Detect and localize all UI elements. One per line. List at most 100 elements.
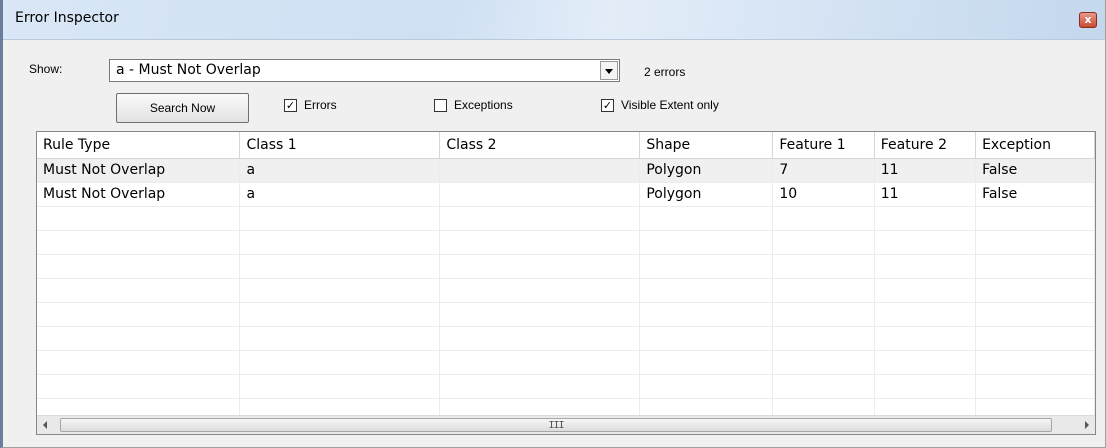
feature-1-cell (772, 302, 875, 327)
exception-cell (975, 326, 1095, 351)
feature-2-cell (874, 230, 977, 255)
horizontal-scrollbar[interactable]: III (37, 415, 1095, 434)
feature-2-cell: 11 (874, 158, 977, 183)
class-1-cell (239, 374, 441, 399)
feature-2-cell (874, 302, 977, 327)
feature-1-cell (772, 278, 875, 303)
search-now-button[interactable]: Search Now (116, 93, 249, 123)
exceptions-checkbox-box[interactable] (434, 99, 447, 112)
shape-cell (639, 206, 774, 231)
class-2-cell (439, 254, 641, 279)
rule-type-cell: Must Not Overlap (37, 158, 241, 183)
class-1-cell (239, 254, 441, 279)
exception-cell (975, 374, 1095, 399)
class-1-cell (239, 230, 441, 255)
empty-table-row (37, 278, 1095, 303)
class-1-cell (239, 326, 441, 351)
shape-cell (639, 350, 774, 375)
empty-table-row (37, 254, 1095, 279)
error-inspector-window: Error Inspector x Show: a - Must Not Ove… (0, 0, 1106, 448)
column-header-exception[interactable]: Exception (975, 132, 1095, 159)
column-header-class-2[interactable]: Class 2 (439, 132, 641, 159)
class-1-cell (239, 302, 441, 327)
shape-cell (639, 278, 774, 303)
exception-cell (975, 230, 1095, 255)
rule-type-cell (37, 230, 241, 255)
errors-table[interactable]: Rule Type Class 1 Class 2 Shape Feature … (36, 131, 1096, 435)
feature-2-cell (874, 374, 977, 399)
visible-extent-checkbox-box[interactable]: ✓ (601, 99, 614, 112)
scroll-right-icon[interactable] (1077, 416, 1095, 434)
class-2-cell (439, 158, 641, 183)
table-header-row: Rule Type Class 1 Class 2 Shape Feature … (37, 132, 1095, 159)
feature-1-cell: 10 (772, 182, 875, 207)
chevron-down-icon[interactable] (600, 61, 618, 80)
class-1-cell (239, 350, 441, 375)
table-row[interactable]: Must Not Overlap a Polygon 7 11 False (37, 158, 1095, 183)
class-2-cell (439, 374, 641, 399)
class-1-cell (239, 278, 441, 303)
rule-type-cell: Must Not Overlap (37, 182, 241, 207)
feature-2-cell (874, 326, 977, 351)
empty-table-row (37, 206, 1095, 231)
class-2-cell (439, 182, 641, 207)
class-2-cell (439, 230, 641, 255)
class-2-cell (439, 326, 641, 351)
rule-type-cell (37, 302, 241, 327)
column-header-feature-2[interactable]: Feature 2 (874, 132, 977, 159)
class-1-cell: a (239, 158, 441, 183)
scroll-left-icon[interactable] (37, 416, 55, 434)
empty-table-row (37, 302, 1095, 327)
scrollbar-grip-icon: III (548, 420, 564, 431)
shape-cell: Polygon (639, 182, 774, 207)
feature-1-cell (772, 350, 875, 375)
exception-cell (975, 206, 1095, 231)
column-header-shape[interactable]: Shape (639, 132, 774, 159)
feature-2-cell (874, 254, 977, 279)
feature-1-cell (772, 254, 875, 279)
window-title: Error Inspector (15, 10, 119, 26)
feature-1-cell (772, 374, 875, 399)
feature-1-cell (772, 230, 875, 255)
exception-cell: False (975, 158, 1095, 183)
exception-cell: False (975, 182, 1095, 207)
column-header-feature-1[interactable]: Feature 1 (772, 132, 875, 159)
feature-2-cell: 11 (874, 182, 977, 207)
rule-dropdown-value: a - Must Not Overlap (116, 62, 261, 78)
errors-grid: Rule Type Class 1 Class 2 Shape Feature … (37, 132, 1095, 423)
empty-table-row (37, 374, 1095, 399)
table-row[interactable]: Must Not Overlap a Polygon 10 11 False (37, 182, 1095, 207)
shape-cell (639, 374, 774, 399)
feature-2-cell (874, 278, 977, 303)
class-2-cell (439, 206, 641, 231)
exceptions-checkbox-label: Exceptions (454, 98, 513, 112)
shape-cell (639, 254, 774, 279)
rule-type-cell (37, 374, 241, 399)
rule-type-cell (37, 206, 241, 231)
rule-type-cell (37, 254, 241, 279)
shape-cell: Polygon (639, 158, 774, 183)
class-1-cell: a (239, 182, 441, 207)
rule-type-cell (37, 326, 241, 351)
title-bar[interactable]: Error Inspector x (3, 0, 1105, 40)
error-count: 2 errors (644, 65, 686, 79)
visible-extent-checkbox-label: Visible Extent only (621, 98, 719, 112)
column-header-class-1[interactable]: Class 1 (239, 132, 441, 159)
feature-2-cell (874, 206, 977, 231)
errors-checkbox-box[interactable]: ✓ (284, 99, 297, 112)
show-label: Show: (29, 62, 63, 76)
exception-cell (975, 302, 1095, 327)
class-2-cell (439, 350, 641, 375)
class-2-cell (439, 278, 641, 303)
close-button[interactable]: x (1079, 12, 1097, 28)
column-header-rule-type[interactable]: Rule Type (37, 132, 241, 159)
shape-cell (639, 230, 774, 255)
feature-2-cell (874, 350, 977, 375)
exception-cell (975, 278, 1095, 303)
feature-1-cell (772, 206, 875, 231)
scrollbar-thumb[interactable]: III (60, 418, 1052, 432)
empty-table-row (37, 350, 1095, 375)
rule-dropdown[interactable]: a - Must Not Overlap (109, 59, 620, 82)
rule-type-cell (37, 350, 241, 375)
close-icon: x (1084, 13, 1092, 26)
